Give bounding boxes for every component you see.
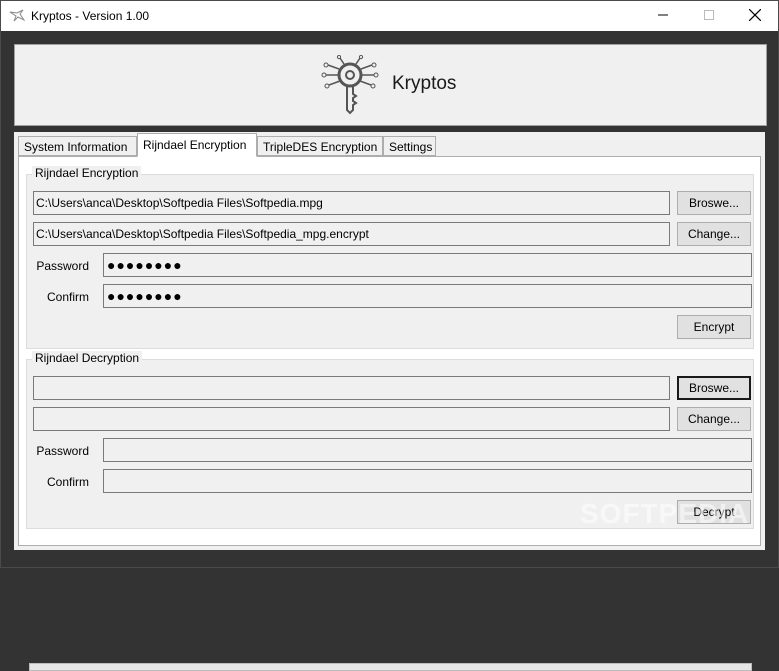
tab-settings[interactable]: Settings [383,136,436,156]
encrypt-source-path-field[interactable]: C:\Users\anca\Desktop\Softpedia Files\So… [33,191,670,215]
decrypt-change-button[interactable]: Change... [677,407,751,431]
progress-bar [29,663,752,671]
watermark-logo: SOFTPEDIA [580,498,750,529]
decrypt-source-path-field[interactable] [33,376,670,400]
encrypt-password-label: Password [36,259,89,273]
bird-app-icon [9,8,26,24]
decrypt-confirm-label: Confirm [46,475,89,489]
encrypt-dest-path-field[interactable]: C:\Users\anca\Desktop\Softpedia Files\So… [33,222,670,246]
key-circuit-logo [320,54,380,115]
close-icon [748,8,762,24]
tab-system-information[interactable]: System Information [18,136,137,156]
encrypt-button[interactable]: Encrypt [677,315,751,339]
tab-control: System Information Rijndael Encryption T… [14,132,765,671]
decrypt-browse-button[interactable]: Broswe... [677,376,751,400]
encrypt-confirm-field[interactable]: ●●●●●●●● [103,284,752,308]
window-title: Kryptos - Version 1.00 [31,9,150,23]
encryption-group: Rijndael Encryption C:\Users\anca\Deskto… [26,166,754,349]
encrypt-password-field[interactable]: ●●●●●●●● [103,253,752,277]
close-button[interactable] [732,1,778,31]
decrypt-password-field[interactable] [103,438,752,462]
decrypt-password-label: Password [36,444,89,458]
tab-tripledes-encryption[interactable]: TripleDES Encryption [257,136,383,156]
banner-title: Kryptos [392,73,457,94]
main-window: Kryptos - Version 1.00 Kryptos System In… [0,0,779,671]
encrypt-confirm-label: Confirm [46,290,89,304]
tab-rijndael-encryption[interactable]: Rijndael Encryption [137,133,257,157]
decryption-group-label: Rijndael Decryption [32,351,143,365]
maximize-icon [704,9,714,23]
minimize-icon [658,9,668,23]
title-bar[interactable]: Kryptos - Version 1.00 [1,1,778,31]
encryption-group-label: Rijndael Encryption [32,166,142,180]
decrypt-dest-path-field[interactable] [33,407,670,431]
rijndael-tab-panel: Rijndael Encryption C:\Users\anca\Deskto… [18,156,761,671]
encrypt-browse-button[interactable]: Broswe... [677,191,751,215]
encrypt-change-button[interactable]: Change... [677,222,751,246]
client-area: Kryptos System Information Rijndael Encr… [1,31,778,671]
minimize-button[interactable] [640,1,686,31]
decrypt-confirm-field[interactable] [103,469,752,493]
maximize-button[interactable] [686,1,732,31]
header-banner: Kryptos [14,44,767,126]
